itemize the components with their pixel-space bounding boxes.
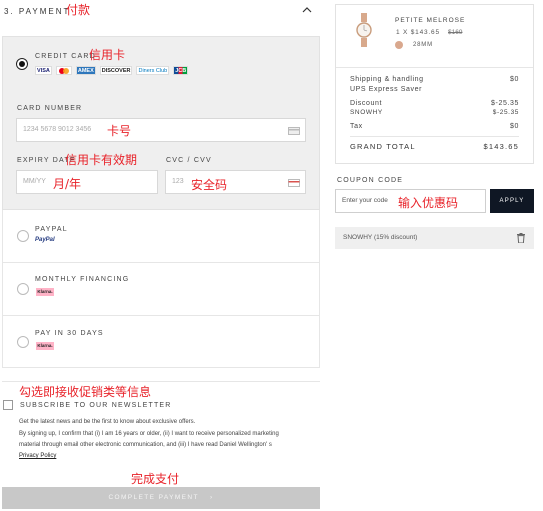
expiry-field-annotation: 月/年 bbox=[53, 177, 82, 191]
klarna-logo: Klarna. bbox=[36, 342, 54, 350]
shipping-row: Shipping & handling $0 bbox=[350, 76, 519, 83]
grand-total-label: GRAND TOTAL bbox=[350, 142, 416, 151]
monthly-financing-radio[interactable] bbox=[17, 283, 29, 295]
newsletter-annotation: 勾选即接收促销类等信息 bbox=[19, 385, 152, 399]
card-number-annotation: 卡号 bbox=[107, 124, 132, 138]
cvc-input[interactable]: 123 bbox=[165, 170, 306, 194]
discount-code: SNOWHY bbox=[350, 109, 383, 116]
grand-total-value: $143.65 bbox=[483, 142, 519, 151]
mastercard-icon bbox=[55, 66, 72, 75]
paypal-logo: PayPal bbox=[35, 237, 55, 243]
tax-row: Tax $0 bbox=[350, 123, 519, 130]
paypal-radio[interactable] bbox=[17, 230, 29, 242]
payment-options: PAYPAL PayPal MONTHLY FINANCING Klarna. … bbox=[2, 210, 320, 368]
cvc-label: CVC / CVV bbox=[166, 157, 212, 164]
credit-card-label: CREDIT CARD bbox=[35, 53, 96, 60]
complete-payment-button[interactable]: COMPLETE PAYMENT › bbox=[2, 487, 320, 509]
applied-coupon-label: SNOWHY (15% discount) bbox=[343, 234, 418, 241]
product-qty-price: 1 X $143.65 bbox=[396, 29, 440, 36]
shipping-method: UPS Express Saver bbox=[350, 86, 423, 93]
privacy-policy-link[interactable]: Privacy Policy bbox=[19, 451, 56, 462]
klarna-logo: Klarna. bbox=[36, 288, 54, 296]
card-number-placeholder: 1234 5678 9012 3456 bbox=[23, 126, 92, 133]
newsletter-label: SUBSCRIBE TO OUR NEWSLETTER bbox=[20, 402, 172, 409]
newsletter-text-3: material through email other electronic … bbox=[19, 442, 272, 448]
discount-value: $-25.35 bbox=[491, 100, 519, 107]
discount-label: Discount bbox=[350, 100, 383, 107]
paypal-option[interactable]: PAYPAL PayPal bbox=[3, 210, 319, 262]
coupon-annotation: 输入优惠码 bbox=[398, 196, 459, 210]
visa-icon: VISA bbox=[35, 66, 52, 75]
card-icon bbox=[288, 127, 300, 135]
shipping-value: $0 bbox=[510, 76, 519, 83]
shipping-method-row: UPS Express Saver bbox=[350, 86, 519, 93]
chevron-up-icon[interactable] bbox=[302, 6, 312, 14]
grand-total-row: GRAND TOTAL $143.65 bbox=[350, 142, 519, 151]
complete-payment-label: COMPLETE PAYMENT bbox=[108, 494, 199, 501]
newsletter-checkbox[interactable] bbox=[3, 400, 13, 410]
expiry-date-input[interactable]: MM/YY bbox=[16, 170, 158, 194]
divider bbox=[2, 381, 320, 382]
chevron-right-icon: › bbox=[209, 494, 214, 501]
diners-club-icon: Diners Club bbox=[136, 66, 170, 75]
pay-in-30-days-label: PAY IN 30 DAYS bbox=[35, 330, 104, 337]
divider bbox=[350, 136, 519, 137]
jcb-icon: JCB bbox=[173, 66, 189, 75]
amex-icon: AMEX bbox=[75, 66, 96, 75]
trash-icon[interactable] bbox=[517, 233, 525, 243]
newsletter-text-2: By signing up, I confirm that (i) I am 1… bbox=[19, 431, 279, 437]
product-name: PETITE MELROSE bbox=[395, 17, 466, 24]
watch-thumbnail bbox=[356, 13, 372, 47]
discount-code-value: $-25.35 bbox=[492, 109, 519, 116]
expiry-placeholder: MM/YY bbox=[23, 178, 46, 185]
divider bbox=[336, 67, 533, 68]
card-number-input[interactable]: 1234 5678 9012 3456 bbox=[16, 118, 306, 142]
coupon-code-label: COUPON CODE bbox=[337, 177, 404, 184]
monthly-financing-option[interactable]: MONTHLY FINANCING Klarna. bbox=[3, 263, 319, 315]
cvc-annotation: 安全码 bbox=[191, 178, 228, 192]
discount-row: Discount $-25.35 bbox=[350, 100, 519, 107]
discover-icon: DISCOVER bbox=[99, 66, 133, 75]
credit-card-radio[interactable] bbox=[16, 58, 28, 70]
color-swatch bbox=[395, 41, 403, 49]
apply-coupon-button[interactable]: APPLY bbox=[490, 189, 534, 213]
newsletter-text-1: Get the latest news and be the first to … bbox=[19, 419, 196, 425]
paypal-label: PAYPAL bbox=[35, 226, 68, 233]
pay-in-30-days-radio[interactable] bbox=[17, 336, 29, 348]
complete-annotation: 完成支付 bbox=[131, 472, 180, 486]
expiry-annotation: 信用卡有效期 bbox=[65, 153, 138, 167]
product-size: 28MM bbox=[413, 42, 433, 48]
applied-coupon: SNOWHY (15% discount) bbox=[335, 227, 534, 249]
card-brand-logos: VISA AMEX DISCOVER Diners Club JCB bbox=[35, 66, 189, 75]
credit-card-panel: CREDIT CARD 信用卡 VISA AMEX DISCOVER Diner… bbox=[2, 36, 320, 210]
card-number-label: CARD NUMBER bbox=[17, 105, 83, 112]
payment-annotation: 付款 bbox=[66, 3, 91, 17]
discount-code-row: SNOWHY $-25.35 bbox=[350, 109, 519, 116]
tax-label: Tax bbox=[350, 123, 363, 130]
monthly-financing-label: MONTHLY FINANCING bbox=[35, 276, 130, 283]
order-summary: PETITE MELROSE 1 X $143.65 $169 28MM Shi… bbox=[335, 4, 534, 164]
shipping-label: Shipping & handling bbox=[350, 76, 424, 83]
coupon-placeholder: Enter your code bbox=[342, 197, 388, 204]
cvc-placeholder: 123 bbox=[172, 178, 184, 185]
payment-section-title: 3. PAYMENT bbox=[4, 7, 71, 16]
tax-value: $0 bbox=[510, 123, 519, 130]
credit-card-annotation: 信用卡 bbox=[89, 48, 126, 62]
product-old-price: $169 bbox=[448, 29, 463, 36]
cvc-card-icon bbox=[288, 179, 300, 187]
pay-in-30-days-option[interactable]: PAY IN 30 DAYS Klarna. bbox=[3, 316, 319, 368]
